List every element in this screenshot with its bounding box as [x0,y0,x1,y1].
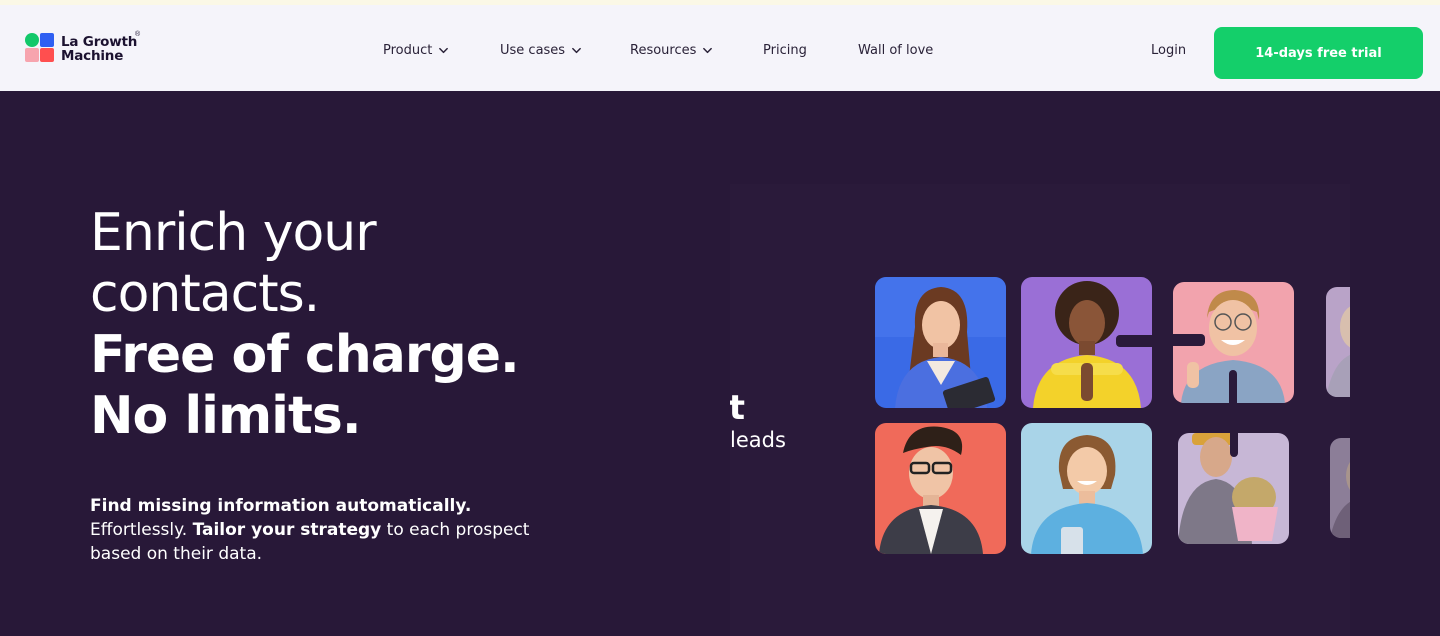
logo-line-2: Machine [61,48,124,64]
free-trial-button-label: 14-days free trial [1255,45,1382,61]
nav-item-use-cases[interactable]: Use cases [500,43,582,58]
free-trial-button[interactable]: 14-days free trial [1214,27,1423,79]
profile-photo-8 [1330,438,1350,538]
nav-item-label: Product [383,43,433,58]
profile-photo-3 [1173,282,1294,403]
nav-item-pricing[interactable]: Pricing [763,43,807,58]
hero-sub-bold-2: Tailor your strategy [192,520,382,540]
profile-photo-2 [1021,277,1152,408]
chevron-down-icon [572,47,581,54]
login-link[interactable]: Login [1151,43,1186,58]
logo-registered-mark: ® [135,31,141,38]
navbar: La Growth Machine ® Product Use cases Re… [0,5,1440,91]
nav-item-label: Pricing [763,43,807,58]
showcase-panel: rt leads [730,184,1350,636]
nav-item-label: Use cases [500,43,566,58]
hero-sub-text-1: Effortlessly. [90,520,188,540]
nav-item-label: Wall of love [858,43,934,58]
logo-mark-icon [25,33,55,63]
nav-item-label: Resources [630,43,697,58]
profile-photo-4 [1326,287,1350,397]
hero-title-line-3: Free of charge. [90,325,520,385]
hero-title-line-1: Enrich your [90,203,377,263]
profile-photo-6 [1021,423,1152,554]
showcase-partial-subtitle: leads [730,428,786,452]
showcase-partial-title: rt [730,388,746,428]
hero-title: Enrich your contacts. Free of charge. No… [90,203,520,447]
profile-photo-5 [875,423,1006,554]
nav-item-wall-of-love[interactable]: Wall of love [858,43,933,58]
nav-item-product[interactable]: Product [383,43,449,58]
hero-subtitle: Find missing information automatically. … [90,494,570,566]
logo[interactable]: La Growth Machine ® [25,31,165,69]
hero-title-line-4: No limits. [90,386,362,446]
logo-line-1: La Growth [61,34,138,50]
hero-title-line-2: contacts. [90,264,320,324]
chevron-down-icon [439,47,449,54]
chevron-down-icon [703,47,713,54]
nav-item-resources[interactable]: Resources [630,43,713,58]
profile-photo-7 [1178,433,1289,544]
hero-sub-bold-1: Find missing information automatically. [90,496,472,516]
logo-wordmark: La Growth Machine [61,35,137,63]
profile-photo-1 [875,277,1006,408]
